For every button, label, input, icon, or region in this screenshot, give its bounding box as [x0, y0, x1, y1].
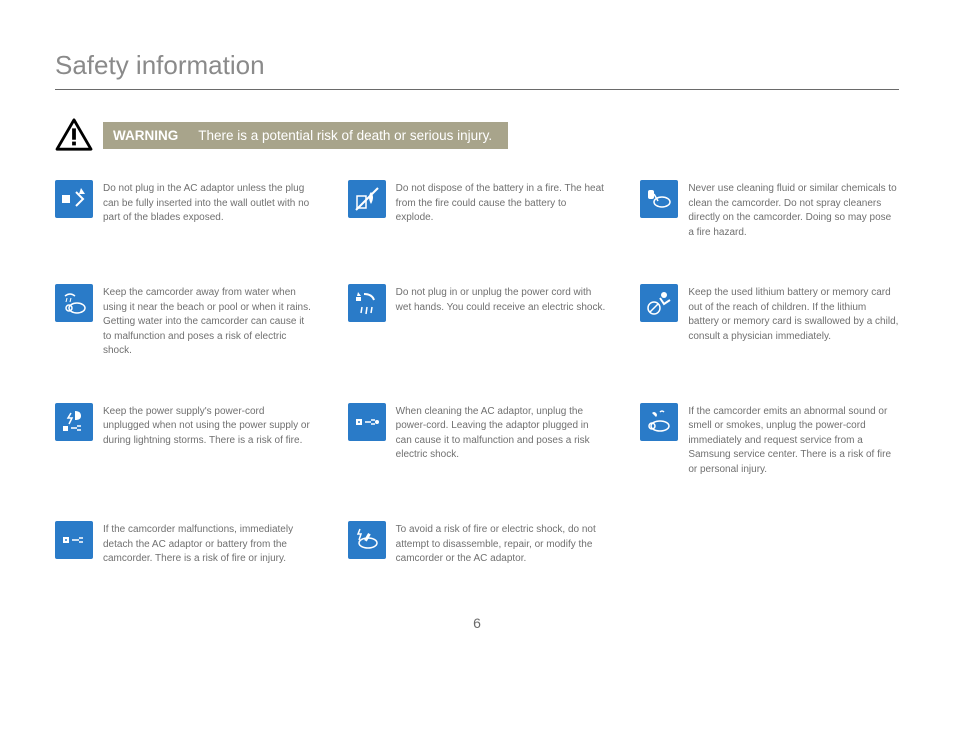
warning-text: There is a potential risk of death or se… [198, 128, 492, 143]
warning-text: Do not dispose of the battery in a fire.… [396, 180, 607, 226]
warning-text: Keep the used lithium battery or memory … [688, 284, 899, 344]
warning-text: Do not plug in the AC adaptor unless the… [103, 180, 314, 226]
warning-text: When cleaning the AC adaptor, unplug the… [396, 403, 607, 463]
page-number: 6 [55, 615, 899, 631]
no-disassemble-icon [348, 521, 386, 559]
warning-text: If the camcorder malfunctions, immediate… [103, 521, 314, 567]
detach-battery-icon [55, 521, 93, 559]
warnings-grid: Do not plug in the AC adaptor unless the… [55, 180, 899, 567]
keep-from-children-icon [640, 284, 678, 322]
page-title: Safety information [55, 50, 899, 81]
lightning-unplug-icon [55, 403, 93, 441]
warning-strip: WARNING There is a potential risk of dea… [103, 122, 508, 149]
warning-text: Keep the power supply's power-cord unplu… [103, 403, 314, 449]
warning-triangle-icon [55, 118, 93, 152]
warning-item: Do not dispose of the battery in a fire.… [348, 180, 607, 240]
plug-spark-icon [55, 180, 93, 218]
warning-text: Never use cleaning fluid or similar chem… [688, 180, 899, 240]
warning-text: To avoid a risk of fire or electric shoc… [396, 521, 607, 567]
warning-banner: WARNING There is a potential risk of dea… [55, 118, 899, 152]
no-fire-icon [348, 180, 386, 218]
warning-text: Keep the camcorder away from water when … [103, 284, 314, 359]
clean-unplug-icon [348, 403, 386, 441]
warning-item: Never use cleaning fluid or similar chem… [640, 180, 899, 240]
warning-label: WARNING [113, 128, 178, 143]
warning-item: Keep the power supply's power-cord unplu… [55, 403, 314, 478]
warning-text: If the camcorder emits an abnormal sound… [688, 403, 899, 478]
title-rule [55, 89, 899, 90]
warning-item: When cleaning the AC adaptor, unplug the… [348, 403, 607, 478]
warning-item: Keep the camcorder away from water when … [55, 284, 314, 359]
warning-item: To avoid a risk of fire or electric shoc… [348, 521, 607, 567]
wet-hands-icon [348, 284, 386, 322]
warning-item: Keep the used lithium battery or memory … [640, 284, 899, 359]
warning-item: If the camcorder emits an abnormal sound… [640, 403, 899, 478]
warning-item: If the camcorder malfunctions, immediate… [55, 521, 314, 567]
smoke-smell-icon [640, 403, 678, 441]
warning-text: Do not plug in or unplug the power cord … [396, 284, 607, 315]
warning-item: Do not plug in the AC adaptor unless the… [55, 180, 314, 240]
warning-item: Do not plug in or unplug the power cord … [348, 284, 607, 359]
water-rain-icon [55, 284, 93, 322]
no-chemical-icon [640, 180, 678, 218]
